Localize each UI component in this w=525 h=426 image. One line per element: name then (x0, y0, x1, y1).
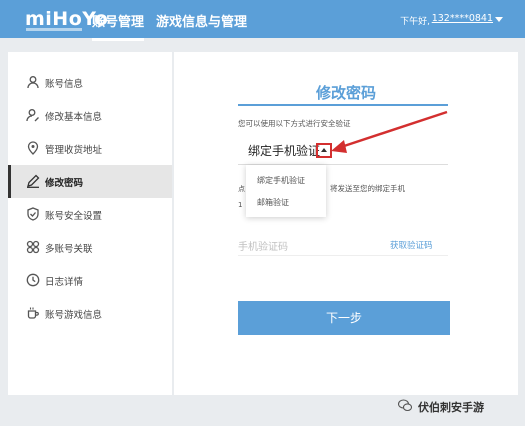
hidden-text-fragment: 1 (238, 201, 243, 209)
caret-up-icon[interactable] (316, 143, 332, 158)
user-edit-icon (26, 109, 39, 122)
sidebar-item-label: 账号游戏信息 (45, 310, 103, 321)
sms-code-input[interactable]: 手机验证码 (238, 238, 288, 253)
greeting-text: 下午好, (400, 17, 430, 27)
change-password-panel: 修改密码 您可以使用以下方式进行安全验证 绑定手机验证 点 1 将发送至您的绑定… (174, 52, 518, 395)
user-icon (27, 76, 39, 89)
sidebar-item-multi-account[interactable]: 多账号关联 (8, 231, 172, 264)
wechat-icon (398, 399, 412, 412)
watermark-text: 伏伯刺安手游 (418, 401, 484, 414)
get-code-link[interactable]: 获取验证码 (390, 239, 433, 251)
title-divider (238, 104, 448, 106)
sidebar-item-label: 修改密码 (45, 178, 84, 189)
sidebar-item-label: 修改基本信息 (45, 112, 103, 123)
page-title: 修改密码 (315, 84, 376, 102)
hidden-text-fragment: 点 (238, 185, 245, 193)
sidebar-item-label: 管理收货地址 (45, 145, 103, 156)
dropdown-option-email[interactable]: 邮箱验证 (257, 197, 289, 208)
sidebar-item-label: 多账号关联 (45, 244, 93, 255)
clock-icon (26, 273, 40, 287)
sidebar-item-game-info[interactable]: 账号游戏信息 (8, 297, 172, 330)
logo-underline (26, 28, 82, 31)
sms-send-notice: 将发送至您的绑定手机 (330, 184, 405, 193)
next-step-button[interactable]: 下一步 (238, 301, 450, 335)
sidebar: 账号信息 修改基本信息 管理收货地址 修改密码 账号安全设置 多账号关联 日志详… (8, 52, 172, 395)
code-input-underline (238, 255, 448, 256)
location-pin-icon (27, 141, 39, 155)
top-nav-bar: miHoYo 账号管理 游戏信息与管理 下午好, 132****0841 (0, 0, 525, 41)
tab-account-management[interactable]: 账号管理 (92, 11, 145, 41)
sidebar-item-security-settings[interactable]: 账号安全设置 (8, 198, 172, 231)
sidebar-item-edit-basic-info[interactable]: 修改基本信息 (8, 99, 172, 132)
tab-game-info[interactable]: 游戏信息与管理 (156, 11, 247, 30)
sidebar-item-label: 账号安全设置 (45, 211, 103, 222)
sidebar-item-change-password[interactable]: 修改密码 (8, 165, 172, 198)
verification-method-select[interactable]: 绑定手机验证 (248, 142, 320, 159)
user-account-link[interactable]: 132****0841 (432, 13, 493, 24)
sidebar-item-manage-address[interactable]: 管理收货地址 (8, 132, 172, 165)
sidebar-item-account-info[interactable]: 账号信息 (8, 66, 172, 99)
sidebar-item-log-details[interactable]: 日志详情 (8, 264, 172, 297)
cup-icon (27, 307, 39, 319)
verification-hint: 您可以使用以下方式进行安全验证 (238, 119, 351, 128)
sidebar-item-label: 日志详情 (45, 277, 84, 288)
sidebar-item-label: 账号信息 (45, 79, 84, 90)
dropdown-option-phone[interactable]: 绑定手机验证 (257, 175, 305, 186)
pencil-icon (27, 174, 40, 188)
chevron-down-icon[interactable] (495, 17, 503, 22)
shield-check-icon (27, 207, 39, 221)
verification-method-dropdown: 绑定手机验证 邮箱验证 (246, 165, 326, 217)
link-accounts-icon (26, 240, 40, 254)
